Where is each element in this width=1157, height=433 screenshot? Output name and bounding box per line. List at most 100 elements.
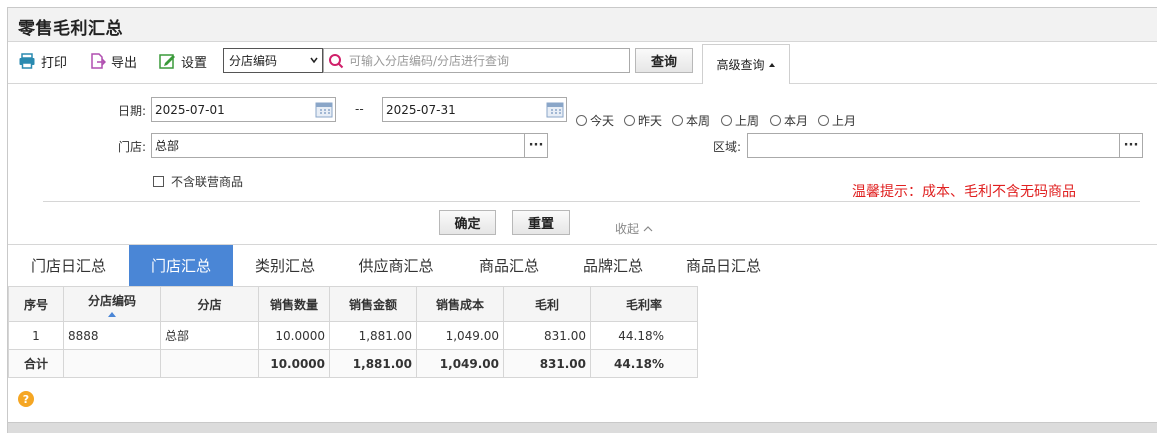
tab-product-summary[interactable]: 商品汇总 (455, 245, 563, 286)
col-header[interactable]: 销售数量 (258, 286, 330, 322)
confirm-button[interactable]: 确定 (439, 210, 496, 235)
date-label: 日期: (118, 104, 147, 118)
table-cell: 8888 (63, 321, 161, 350)
settings-button[interactable]: 设置 (158, 51, 207, 71)
radio-circle-icon (672, 115, 683, 126)
table-cell: 10.0000 (258, 349, 330, 378)
table-cell: 总部 (160, 321, 259, 350)
title-bar: 零售毛利汇总 (8, 8, 1157, 42)
tab-category-summary[interactable]: 类别汇总 (233, 245, 337, 286)
col-header-label: 分店编码 (87, 293, 136, 308)
table-cell: 1,881.00 (329, 321, 417, 350)
table-cell: 44.18% (590, 321, 698, 350)
radio-label: 本月 (784, 114, 809, 128)
search-field-select[interactable]: 分店编码 (223, 48, 323, 73)
search-field-value: 分店编码 (229, 54, 278, 68)
search-input[interactable]: 可输入分店编码/分店进行查询 (323, 48, 630, 73)
query-button[interactable]: 查询 (635, 48, 693, 73)
table-header-row: 序号 分店编码 分店 销售数量 销售金额 销售成本 毛利 毛利率 (8, 286, 698, 322)
table-cell: 1,049.00 (416, 321, 504, 350)
reset-button[interactable]: 重置 (512, 210, 570, 235)
radio-circle-icon (721, 115, 732, 126)
table-cell: 831.00 (503, 349, 591, 378)
table-cell: 44.18% (590, 349, 698, 378)
col-header-sorted[interactable]: 分店编码 (63, 286, 161, 322)
table-cell (63, 349, 161, 378)
date-from-input[interactable]: 2025-07-01 (151, 97, 336, 122)
radio-circle-icon (770, 115, 781, 126)
date-from-value: 2025-07-01 (155, 102, 225, 117)
warning-tip: 温馨提示：成本、毛利不含无码商品 (852, 184, 1076, 200)
radio-label: 上周 (735, 114, 760, 128)
date-to-value: 2025-07-31 (386, 102, 456, 117)
tab-store-summary[interactable]: 门店汇总 (129, 245, 233, 286)
tab-store-daily[interactable]: 门店日汇总 (8, 245, 129, 286)
help-icon[interactable]: ? (18, 391, 34, 407)
calendar-icon[interactable] (545, 100, 565, 119)
bottom-scrollbar[interactable] (8, 422, 1157, 433)
date-separator: -- (355, 102, 364, 116)
tab-supplier-summary[interactable]: 供应商汇总 (337, 245, 455, 286)
col-header[interactable]: 毛利率 (590, 286, 698, 322)
chevron-up-icon (643, 225, 653, 231)
checkbox-icon (153, 176, 164, 187)
summary-tabs: 门店日汇总 门店汇总 类别汇总 供应商汇总 商品汇总 品牌汇总 商品日汇总 (8, 244, 1157, 286)
table-cell: 1,881.00 (329, 349, 417, 378)
col-header[interactable]: 序号 (8, 286, 64, 322)
region-label: 区域: (713, 140, 742, 154)
collapse-label: 收起 (615, 222, 640, 236)
radio-this-week[interactable]: 本周 (672, 112, 710, 129)
radio-circle-icon (818, 115, 829, 126)
region-input[interactable]: ··· (747, 133, 1143, 158)
col-header[interactable]: 销售成本 (416, 286, 504, 322)
total-label: 合计 (8, 349, 64, 378)
exclude-joint-checkbox[interactable]: 不含联营商品 (153, 173, 243, 190)
radio-last-week[interactable]: 上周 (721, 112, 759, 129)
radio-label: 本周 (686, 114, 711, 128)
chevron-down-icon (310, 57, 318, 64)
table-cell: 1,049.00 (416, 349, 504, 378)
settings-label: 设置 (181, 55, 208, 71)
calendar-icon[interactable] (314, 100, 334, 119)
caret-up-icon (768, 62, 775, 67)
col-header[interactable]: 分店 (160, 286, 259, 322)
radio-circle-icon (624, 115, 635, 126)
advanced-query-button[interactable]: 高级查询 (702, 44, 790, 85)
tab-product-daily[interactable]: 商品日汇总 (663, 245, 784, 286)
date-to-input[interactable]: 2025-07-31 (382, 97, 567, 122)
store-picker-button[interactable]: ··· (524, 134, 547, 157)
tab-brand-summary[interactable]: 品牌汇总 (563, 245, 663, 286)
radio-circle-icon (576, 115, 587, 126)
divider (43, 201, 1140, 202)
table-row[interactable]: 1 8888 总部 10.0000 1,881.00 1,049.00 831.… (8, 321, 698, 350)
report-window: 零售毛利汇总 打印 导出 设置 分店编码 可输入分店编码/分店进行查询 查询 高… (7, 7, 1157, 433)
collapse-button[interactable]: 收起 (615, 220, 653, 237)
radio-this-month[interactable]: 本月 (770, 112, 808, 129)
radio-yesterday[interactable]: 昨天 (624, 112, 662, 129)
col-header[interactable]: 毛利 (503, 286, 591, 322)
store-input[interactable]: 总部 ··· (151, 133, 548, 158)
radio-last-month[interactable]: 上月 (818, 112, 856, 129)
advanced-filter-panel: 日期: 2025-07-01 -- 2025-07-31 今天 昨天 本周 上周… (8, 84, 1157, 244)
col-header[interactable]: 销售金额 (329, 286, 417, 322)
table-cell: 1 (8, 321, 64, 350)
exclude-joint-label: 不含联营商品 (171, 175, 244, 189)
search-placeholder: 可输入分店编码/分店进行查询 (349, 54, 510, 68)
page-title: 零售毛利汇总 (18, 19, 123, 39)
toolbar: 打印 导出 设置 分店编码 可输入分店编码/分店进行查询 查询 高级查询 (8, 42, 1157, 85)
sort-asc-icon (108, 311, 116, 317)
summary-table: 序号 分店编码 分店 销售数量 销售金额 销售成本 毛利 毛利率 1 8888 … (8, 286, 698, 378)
table-cell: 831.00 (503, 321, 591, 350)
export-button[interactable]: 导出 (88, 51, 137, 71)
export-icon (91, 53, 106, 69)
table-cell (160, 349, 259, 378)
printer-icon (19, 53, 35, 69)
radio-today[interactable]: 今天 (576, 112, 614, 129)
radio-label: 上月 (832, 114, 857, 128)
region-picker-button[interactable]: ··· (1119, 134, 1142, 157)
radio-label: 今天 (590, 114, 615, 128)
export-label: 导出 (111, 55, 138, 71)
table-cell: 10.0000 (258, 321, 330, 350)
print-button[interactable]: 打印 (18, 51, 67, 71)
store-value: 总部 (155, 139, 180, 153)
